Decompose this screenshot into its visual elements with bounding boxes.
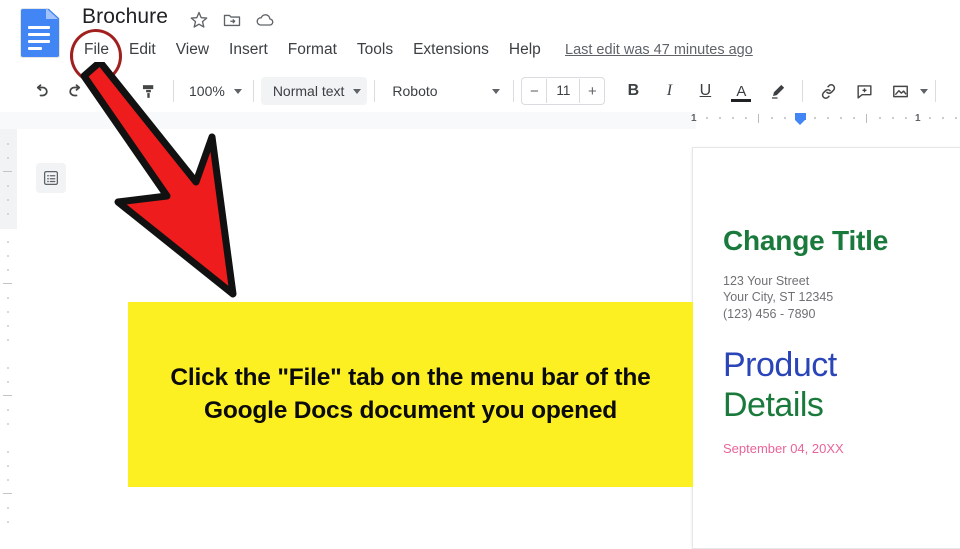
- menu-bar: File Edit View Insert Format Tools Exten…: [78, 38, 551, 62]
- underline-button[interactable]: U: [692, 78, 718, 104]
- menu-item-view[interactable]: View: [166, 38, 219, 62]
- document-title[interactable]: Brochure: [82, 5, 168, 29]
- menu-item-help[interactable]: Help: [499, 38, 551, 62]
- cloud-saved-icon[interactable]: [255, 10, 277, 32]
- instruction-callout: Click the "File" tab on the menu bar of …: [128, 302, 693, 487]
- font-size-increase-button[interactable]: +: [580, 79, 604, 103]
- menu-item-edit[interactable]: Edit: [119, 38, 166, 62]
- red-pointer-arrow: [60, 58, 300, 312]
- font-size-stepper[interactable]: − 11 +: [521, 77, 606, 105]
- menu-item-tools[interactable]: Tools: [347, 38, 403, 62]
- ruler-number-left: 1: [691, 113, 697, 124]
- doc-heading-part-1: Product: [723, 346, 837, 385]
- vertical-ruler[interactable]: [0, 129, 18, 540]
- menu-item-extensions[interactable]: Extensions: [403, 38, 499, 62]
- move-to-folder-icon[interactable]: [222, 10, 244, 32]
- font-family-value: Roboto: [392, 83, 438, 99]
- doc-address-line-3: (123) 456 - 7890: [723, 306, 816, 321]
- ruler-number-right: 1: [915, 113, 921, 124]
- text-color-button[interactable]: A: [728, 78, 754, 104]
- bold-button[interactable]: B: [620, 78, 646, 104]
- menu-item-format[interactable]: Format: [278, 38, 347, 62]
- title-bar: Brochure File Edit View Insert Format To…: [0, 0, 960, 70]
- insert-image-icon[interactable]: [887, 78, 913, 104]
- first-line-indent-marker[interactable]: [795, 113, 806, 125]
- document-page[interactable]: Change Title 123 Your Street Your City, …: [692, 147, 960, 549]
- toolbar-divider: [513, 80, 515, 102]
- toolbar-divider: [802, 80, 804, 102]
- doc-address-line-2: Your City, ST 12345: [723, 290, 834, 305]
- font-size-value[interactable]: 11: [546, 79, 581, 103]
- text-color-swatch: [731, 99, 752, 102]
- text-color-letter: A: [736, 82, 747, 100]
- insert-link-icon[interactable]: [815, 78, 841, 104]
- google-docs-icon[interactable]: [20, 8, 60, 58]
- highlight-pen-icon[interactable]: [764, 78, 790, 104]
- doc-heading-part-2: Details: [723, 385, 824, 424]
- italic-button[interactable]: I: [656, 78, 682, 104]
- chevron-down-icon: [492, 88, 501, 94]
- doc-date-text: September 04, 20XX: [723, 441, 844, 457]
- toolbar-divider: [935, 80, 937, 102]
- last-edit-link[interactable]: Last edit was 47 minutes ago: [565, 38, 753, 62]
- add-comment-icon[interactable]: [851, 78, 877, 104]
- font-family-selector[interactable]: Roboto: [382, 77, 506, 105]
- toolbar-divider: [374, 80, 376, 102]
- doc-heading: Product Details: [723, 346, 960, 425]
- star-icon[interactable]: [189, 10, 211, 32]
- font-size-decrease-button[interactable]: −: [522, 79, 546, 103]
- menu-item-insert[interactable]: Insert: [219, 38, 278, 62]
- instruction-callout-text: Click the "File" tab on the menu bar of …: [170, 364, 651, 424]
- chevron-down-icon: [353, 88, 362, 94]
- doc-title-text: Change Title: [723, 225, 889, 256]
- google-docs-window: Brochure File Edit View Insert Format To…: [0, 0, 960, 549]
- doc-address-line-1: 123 Your Street: [723, 273, 810, 288]
- undo-icon[interactable]: [27, 78, 53, 104]
- chevron-down-icon[interactable]: [920, 88, 929, 94]
